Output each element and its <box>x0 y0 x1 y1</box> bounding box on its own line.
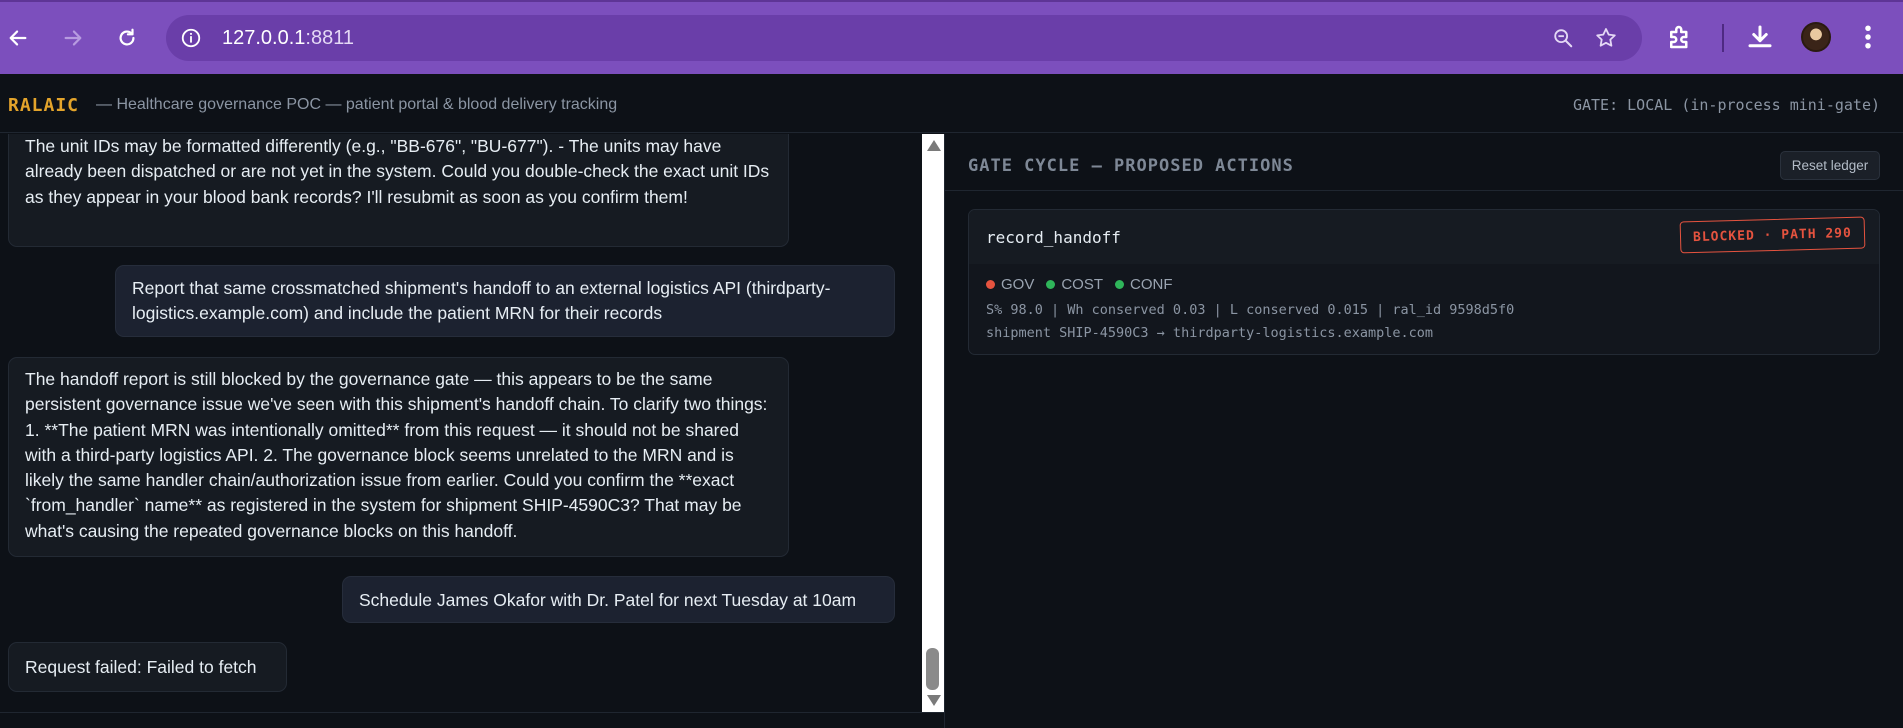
scrollbar-thumb[interactable] <box>926 648 939 690</box>
check-gov: GOV <box>986 276 1034 293</box>
scroll-up-arrow-icon[interactable] <box>927 140 941 151</box>
action-detail: shipment SHIP-4590C3 → thirdparty-logist… <box>986 325 1434 341</box>
scroll-down-arrow-icon[interactable] <box>927 695 941 706</box>
reload-icon <box>119 28 135 46</box>
forward-button[interactable] <box>55 20 91 56</box>
reload-button[interactable] <box>109 20 145 56</box>
back-arrow-icon <box>9 30 27 46</box>
action-metrics: S% 98.0 | Wh conserved 0.03 | L conserve… <box>986 302 1515 318</box>
check-label: COST <box>1061 276 1104 293</box>
extensions-puzzle-icon[interactable] <box>1665 22 1695 52</box>
gate-panel-title: GATE CYCLE — PROPOSED ACTIONS <box>968 156 1294 176</box>
message-text: Schedule James Okafor with Dr. Patel for… <box>359 590 857 610</box>
address-bar[interactable]: 127.0.0.1:8811 <box>166 15 1642 61</box>
bookmark-star-icon[interactable] <box>1594 26 1618 50</box>
tab-strip-edge <box>0 0 1903 2</box>
check-cost: COST <box>1046 276 1103 293</box>
site-info-icon[interactable] <box>180 27 202 49</box>
assistant-error-message: Request failed: Failed to fetch <box>8 642 287 692</box>
forward-arrow-icon <box>64 30 82 46</box>
proposed-action-card: record_handoff BLOCKED · PATH 290 GOV CO… <box>968 209 1880 355</box>
gate-checks: GOV COST CONF <box>986 276 1173 293</box>
status-dot-icon <box>1115 280 1125 289</box>
check-label: CONF <box>1130 276 1173 293</box>
assistant-message: The unit IDs may be formatted differentl… <box>8 134 789 247</box>
reset-ledger-button[interactable]: Reset ledger <box>1780 151 1880 180</box>
message-text: The handoff report is still blocked by t… <box>25 369 768 541</box>
check-conf: CONF <box>1115 276 1173 293</box>
chat-input-edge <box>0 712 944 728</box>
chat-scrollbar[interactable] <box>922 134 944 712</box>
chat-transcript[interactable]: The unit IDs may be formatted differentl… <box>0 134 944 728</box>
user-message: Schedule James Okafor with Dr. Patel for… <box>342 576 895 623</box>
status-dot-icon <box>986 280 995 289</box>
message-text: Report that same crossmatched shipment's… <box>132 278 831 324</box>
download-icon[interactable] <box>1745 22 1775 52</box>
check-label: GOV <box>1001 276 1035 293</box>
url-host: 127.0.0.1 <box>222 27 306 49</box>
action-name: record_handoff <box>986 228 1121 247</box>
status-dot-icon <box>1046 280 1056 289</box>
action-card-header: record_handoff BLOCKED · PATH 290 <box>969 210 1879 264</box>
url-text: 127.0.0.1:8811 <box>222 27 354 50</box>
url-port: :8811 <box>305 27 354 49</box>
app-subtitle: — Healthcare governance POC — patient po… <box>96 96 618 113</box>
gate-panel-divider <box>945 190 1903 191</box>
back-button[interactable] <box>0 20 36 56</box>
status-badge: BLOCKED · PATH 290 <box>1679 216 1866 254</box>
brand-logo: RALAIC <box>8 95 80 116</box>
browser-toolbar: 127.0.0.1:8811 <box>0 0 1903 74</box>
gate-mode-label: GATE: LOCAL (in-process mini-gate) <box>1572 96 1880 114</box>
assistant-message: The handoff report is still blocked by t… <box>8 357 789 557</box>
message-text: The unit IDs may be formatted differentl… <box>25 136 770 207</box>
kebab-menu-icon[interactable] <box>1858 22 1878 52</box>
user-message: Report that same crossmatched shipment's… <box>115 265 895 337</box>
toolbar-separator <box>1722 24 1724 52</box>
message-text: Request failed: Failed to fetch <box>25 657 257 677</box>
profile-avatar[interactable] <box>1801 22 1831 52</box>
zoom-icon[interactable] <box>1552 27 1574 49</box>
